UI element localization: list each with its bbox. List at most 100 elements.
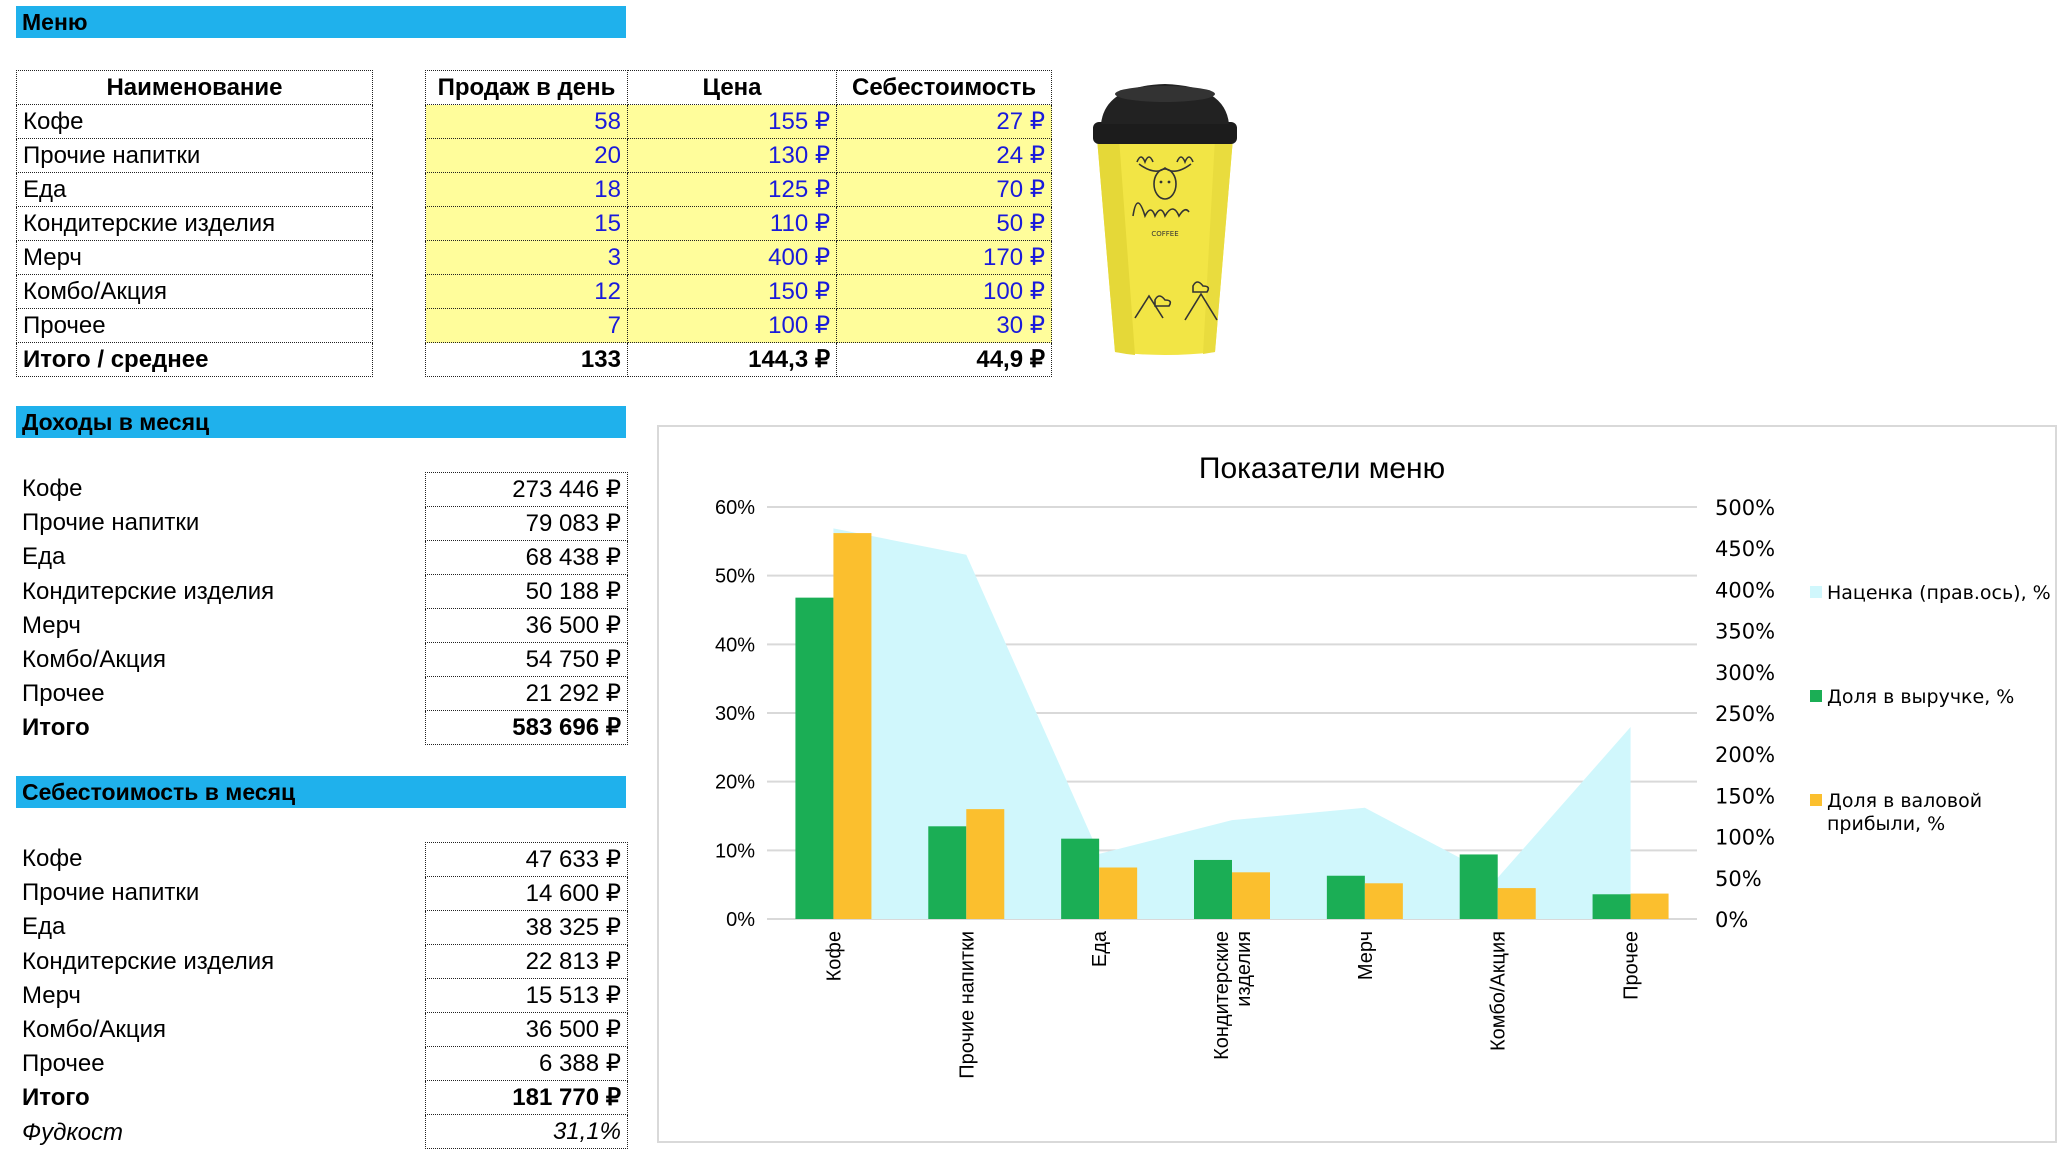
profit-share-bar	[1364, 883, 1403, 919]
cost-input-cell[interactable]: 50 ₽	[836, 206, 1052, 241]
price-input-cell[interactable]: 400 ₽	[626, 240, 838, 275]
price-input-cell[interactable]: 125 ₽	[626, 172, 838, 207]
y2-axis-tick-label: 50%	[1715, 867, 1762, 891]
profit-share-bar	[1232, 872, 1270, 919]
income-total-label: Итого	[22, 714, 90, 742]
menu-total-label[interactable]: Итого / среднее	[16, 342, 373, 377]
column-header-cost[interactable]: Себестоимость	[836, 70, 1052, 105]
y2-axis-tick-label: 450%	[1715, 537, 1775, 561]
sales-input-cell[interactable]: 15	[425, 206, 628, 241]
income-label: Прочие напитки	[22, 509, 200, 537]
cost-value-cell[interactable]: 15 513 ₽	[425, 978, 628, 1013]
legend-label: прибыли, %	[1827, 813, 1945, 835]
total-sales[interactable]: 133	[425, 342, 628, 377]
cost-input-cell[interactable]: 100 ₽	[836, 274, 1052, 309]
y2-axis-tick-label: 300%	[1715, 661, 1775, 685]
section-header-income: Доходы в месяц	[16, 406, 626, 438]
price-input-cell[interactable]: 100 ₽	[626, 308, 838, 343]
legend-item[interactable]: Доля в выручке, %	[1810, 686, 2014, 708]
menu-name-cell[interactable]: Прочие напитки	[16, 138, 373, 173]
x-axis-label-line: Мерч	[1355, 931, 1377, 980]
price-input-cell[interactable]: 150 ₽	[626, 274, 838, 309]
income-value-cell[interactable]: 50 188 ₽	[425, 574, 628, 609]
chart-container[interactable]: Показатели меню 0% 10% 20% 30% 40% 50% 60% 0% 5…	[657, 425, 2057, 1143]
profit-share-bar	[1099, 867, 1138, 919]
income-value-cell[interactable]: 54 750 ₽	[425, 642, 628, 677]
income-value-cell[interactable]: 21 292 ₽	[425, 676, 628, 711]
sales-input-cell[interactable]: 7	[425, 308, 628, 343]
x-axis-label-line: Прочее	[1621, 931, 1643, 1000]
column-header-sales[interactable]: Продаж в день	[425, 70, 628, 105]
cost-label: Еда	[22, 913, 66, 941]
cost-label: Кондитерские изделия	[22, 947, 275, 975]
cost-value-cell[interactable]: 36 500 ₽	[425, 1012, 628, 1047]
income-value-cell[interactable]: 68 438 ₽	[425, 540, 628, 575]
cost-label: Кофе	[22, 845, 83, 872]
x-axis-category-label: Прочее	[1621, 931, 1643, 1000]
average-price[interactable]: 144,3 ₽	[626, 342, 838, 377]
cost-label: Мерч	[22, 981, 81, 1009]
income-value-cell[interactable]: 273 446 ₽	[425, 472, 628, 507]
foodcost-label: Фудкост	[22, 1118, 124, 1146]
menu-name-cell[interactable]: Кондитерские изделия	[16, 206, 373, 241]
y-axis-tick-label: 60%	[715, 497, 755, 519]
legend-item[interactable]: Наценка (прав.ось), %	[1810, 582, 2051, 604]
x-axis-label-line: Прочие напитки	[956, 931, 978, 1079]
menu-name-cell[interactable]: Еда	[16, 172, 373, 207]
average-cost[interactable]: 44,9 ₽	[836, 342, 1052, 377]
table-row: 58 155 ₽ 27 ₽	[425, 104, 1052, 139]
legend-swatch	[1810, 794, 1822, 806]
table-row: 15 110 ₽ 50 ₽	[425, 206, 1052, 241]
table-row: 12 150 ₽ 100 ₽	[425, 274, 1052, 309]
coffee-cup-image: COFFEE	[1093, 84, 1237, 355]
x-axis-label-line: изделия	[1233, 931, 1255, 1007]
price-input-cell[interactable]: 155 ₽	[626, 104, 838, 139]
menu-name-cell[interactable]: Кофе	[16, 104, 373, 139]
cost-input-cell[interactable]: 24 ₽	[836, 138, 1052, 173]
legend-label: Доля в валовой	[1827, 790, 1982, 812]
income-label: Прочее	[22, 680, 105, 708]
profit-share-bar	[1497, 888, 1536, 919]
profit-share-bar	[1630, 893, 1669, 919]
cost-value-cell[interactable]: 47 633 ₽	[425, 842, 628, 877]
menu-indicators-chart: Показатели меню 0% 10% 20% 30% 40% 50% 60% 0% 5…	[715, 452, 2051, 1079]
cost-input-cell[interactable]: 30 ₽	[836, 308, 1052, 343]
cost-total-label: Итого	[22, 1084, 90, 1112]
profit-share-bar	[966, 809, 1005, 919]
sales-input-cell[interactable]: 3	[425, 240, 628, 275]
income-label: Комбо/Акция	[22, 645, 166, 673]
price-input-cell[interactable]: 110 ₽	[626, 206, 838, 241]
cost-value-cell[interactable]: 38 325 ₽	[425, 910, 628, 945]
cost-total-value[interactable]: 181 770 ₽	[425, 1080, 628, 1115]
sales-input-cell[interactable]: 20	[425, 138, 628, 173]
cost-input-cell[interactable]: 70 ₽	[836, 172, 1052, 207]
income-value-cell[interactable]: 79 083 ₽	[425, 506, 628, 541]
cost-input-cell[interactable]: 170 ₽	[836, 240, 1052, 275]
sales-input-cell[interactable]: 58	[425, 104, 628, 139]
income-values-table: 273 446 ₽ 79 083 ₽ 68 438 ₽ 50 188 ₽ 36 …	[425, 472, 628, 745]
menu-name-cell[interactable]: Мерч	[16, 240, 373, 275]
menu-name-cell[interactable]: Прочее	[16, 308, 373, 343]
income-value-cell[interactable]: 36 500 ₽	[425, 608, 628, 643]
legend-swatch	[1810, 690, 1822, 702]
y-axis-tick-label: 10%	[715, 840, 755, 862]
price-input-cell[interactable]: 130 ₽	[626, 138, 838, 173]
menu-name-cell[interactable]: Комбо/Акция	[16, 274, 373, 309]
cost-value-cell[interactable]: 14 600 ₽	[425, 876, 628, 911]
column-header-name[interactable]: Наименование	[16, 70, 373, 105]
column-header-price[interactable]: Цена	[626, 70, 838, 105]
menu-names-table: Наименование Кофе Прочие напитки Еда Кон…	[16, 70, 373, 377]
y2-axis-tick-label: 0%	[1715, 908, 1748, 932]
income-total-value[interactable]: 583 696 ₽	[425, 710, 628, 745]
y2-axis-tick-label: 150%	[1715, 784, 1775, 808]
profit-share-bar	[833, 533, 872, 919]
sales-input-cell[interactable]: 18	[425, 172, 628, 207]
x-axis-category-label: Мерч	[1355, 931, 1377, 980]
cost-value-cell[interactable]: 22 813 ₽	[425, 944, 628, 979]
cost-value-cell[interactable]: 6 388 ₽	[425, 1046, 628, 1081]
cost-input-cell[interactable]: 27 ₽	[836, 104, 1052, 139]
y2-axis-tick-label: 500%	[1715, 496, 1775, 520]
foodcost-value[interactable]: 31,1%	[425, 1114, 628, 1149]
sales-input-cell[interactable]: 12	[425, 274, 628, 309]
legend-item[interactable]: Доля в валовойприбыли, %	[1810, 790, 1982, 835]
